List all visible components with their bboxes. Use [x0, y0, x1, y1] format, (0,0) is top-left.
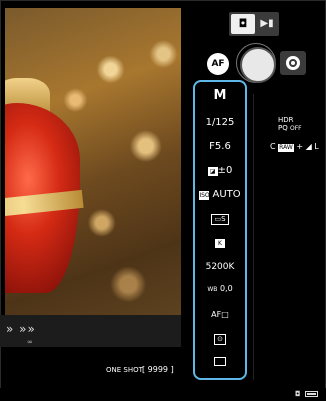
hdr-pq-label: PQ — [278, 124, 288, 132]
photo-mode-icon[interactable]: ◘ — [231, 14, 255, 34]
shutter-speed[interactable]: 1/125 — [193, 117, 247, 128]
metering-mode[interactable]: ⊙ — [193, 334, 247, 345]
af-operation: ONE SHOT — [106, 366, 143, 374]
shutter-button[interactable] — [240, 47, 276, 83]
wb-shift-label: WB — [207, 286, 218, 293]
af-button[interactable]: AF — [207, 53, 229, 75]
wb-shift-value: 0,0 — [219, 284, 233, 293]
picture-style-icon: ▭S — [211, 214, 229, 225]
raw-badge: RAW — [278, 144, 294, 152]
exposure-value: ±0 — [217, 165, 233, 176]
quality-prefix: C — [270, 142, 276, 151]
image-quality[interactable]: K — [193, 238, 247, 248]
quality-icon: K — [215, 239, 225, 248]
drive-mode-icon — [214, 357, 226, 366]
video-mode-icon[interactable]: ▶▮ — [256, 14, 278, 34]
live-view[interactable] — [5, 8, 181, 315]
switch-camera-icon — [286, 56, 300, 70]
status-bar — [0, 388, 326, 401]
camera-icon: ◘ — [295, 390, 301, 398]
battery-icon — [305, 391, 318, 397]
focus-infinity-label: ∞ — [27, 338, 33, 346]
picture-style[interactable]: ▭S — [193, 214, 247, 225]
switch-camera-button[interactable] — [280, 51, 306, 75]
hdr-status[interactable]: HDR PQ OFF — [278, 116, 302, 133]
image-quality-info[interactable]: C RAW + ◢ L — [270, 142, 319, 152]
quality-suffix: + ◢ L — [296, 142, 319, 151]
divider — [253, 94, 254, 380]
iso-value: AUTO — [212, 189, 241, 200]
exposure-icon: ◪ — [207, 167, 218, 176]
wb-shift[interactable]: WB 0,0 — [193, 284, 247, 293]
exposure-compensation[interactable]: ◪ ±0 — [193, 165, 247, 176]
hdr-label: HDR — [278, 116, 294, 124]
af-method[interactable]: AF□ — [193, 310, 247, 319]
shots-remaining: [ 9999 ] — [142, 365, 174, 374]
metering-icon: ⊙ — [214, 334, 226, 345]
focus-arrows[interactable]: » »» — [6, 322, 36, 336]
hdr-state: OFF — [289, 125, 302, 132]
aperture[interactable]: F5.6 — [193, 141, 247, 152]
iso-icon: ISO — [199, 191, 210, 200]
drive-mode[interactable] — [193, 357, 247, 369]
white-balance[interactable]: 5200K — [193, 262, 247, 272]
shooting-mode[interactable]: M — [193, 88, 247, 103]
iso-setting[interactable]: ISO AUTO — [193, 189, 247, 200]
